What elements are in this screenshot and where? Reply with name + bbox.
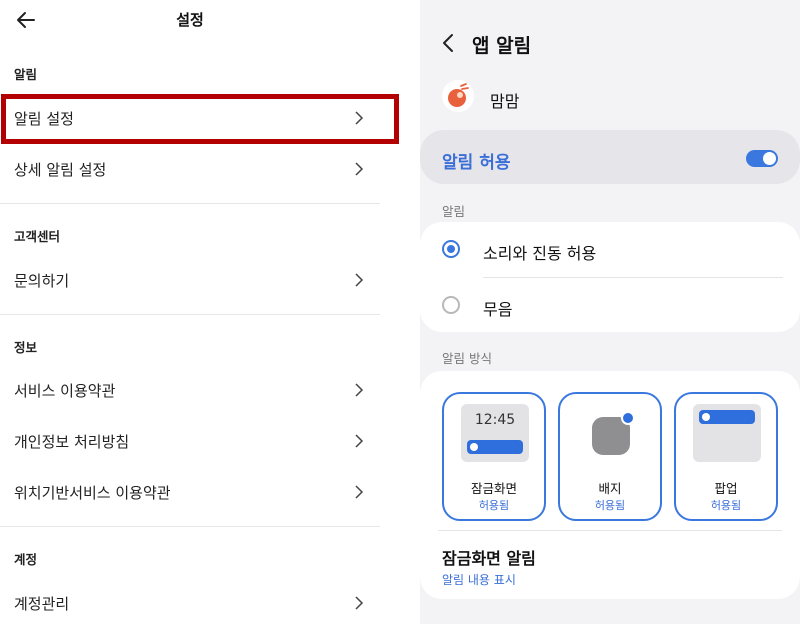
menu-item-terms-of-service[interactable]: 서비스 이용약관	[0, 366, 380, 414]
popup-preview-icon	[693, 404, 761, 462]
back-chevron-icon[interactable]	[440, 31, 456, 55]
menu-item-label: 위치기반서비스 이용약관	[14, 484, 171, 502]
tile-status: 허용됨	[478, 499, 510, 512]
style-tile-lock-screen[interactable]: 12:45 잠금화면 허용됨	[442, 392, 546, 521]
menu-item-inquiry[interactable]: 문의하기	[0, 256, 380, 304]
menu-item-label: 상세 알림 설정	[14, 161, 107, 179]
notification-style-card: 12:45 잠금화면 허용됨 배지 허용됨 팝업 허용됨 잠금화면 알림 알림 …	[420, 371, 800, 599]
app-notifications-panel: 앱 알림 맘맘 알림 허용 알림 소리와 진동 허용 무음 알림 방식 12:4…	[420, 0, 800, 624]
chevron-right-icon	[355, 434, 364, 448]
chevron-right-icon	[355, 383, 364, 397]
radio-option-silent[interactable]: 무음	[420, 278, 800, 332]
preview-notification-bar	[699, 410, 755, 424]
section-title-sound: 알림	[442, 204, 466, 219]
tile-status: 허용됨	[710, 499, 742, 512]
menu-item-label: 개인정보 처리방침	[14, 433, 130, 451]
page-title: 설정	[176, 11, 204, 29]
radio-option-label: 소리와 진동 허용	[483, 244, 597, 263]
radio-option-label: 무음	[483, 300, 513, 319]
tile-status: 허용됨	[594, 499, 626, 512]
section-title-style: 알림 방식	[442, 351, 492, 366]
section-title-account: 계정	[14, 552, 38, 567]
section-title-customer-center: 고객센터	[14, 229, 61, 244]
radio-selected-icon[interactable]	[442, 240, 460, 258]
radio-unselected-icon[interactable]	[442, 296, 460, 314]
allow-notifications-toggle[interactable]	[746, 150, 778, 167]
radio-option-sound-vibrate[interactable]: 소리와 진동 허용	[420, 222, 800, 276]
settings-header: 설정	[0, 0, 400, 42]
style-tile-popup[interactable]: 팝업 허용됨	[674, 392, 778, 521]
menu-item-detailed-notification-settings[interactable]: 상세 알림 설정	[0, 145, 380, 193]
app-logo-icon	[442, 80, 474, 112]
menu-item-account-management[interactable]: 계정관리	[0, 579, 380, 624]
preview-notification-bar	[467, 440, 523, 454]
badge-dot-icon	[621, 411, 635, 425]
menu-item-label: 계정관리	[14, 595, 70, 613]
lock-screen-preview-icon: 12:45	[461, 404, 529, 462]
divider	[0, 526, 380, 527]
chevron-right-icon	[355, 485, 364, 499]
tile-name: 잠금화면	[470, 481, 517, 496]
menu-item-location-terms[interactable]: 위치기반서비스 이용약관	[0, 468, 380, 516]
section-title-info: 정보	[14, 340, 38, 355]
lock-screen-notification-value[interactable]: 알림 내용 표시	[442, 571, 516, 588]
lock-screen-notification-title[interactable]: 잠금화면 알림	[442, 545, 536, 569]
app-name: 맘맘	[490, 92, 520, 111]
preview-time: 12:45	[474, 412, 516, 428]
divider	[438, 530, 782, 531]
allow-notifications-row[interactable]: 알림 허용	[420, 130, 800, 184]
chevron-right-icon	[355, 596, 364, 610]
style-tile-badge[interactable]: 배지 허용됨	[558, 392, 662, 521]
allow-notifications-label: 알림 허용	[442, 153, 511, 173]
highlight-box	[1, 94, 399, 144]
divider	[0, 203, 380, 204]
divider	[0, 314, 380, 315]
chevron-right-icon	[355, 162, 364, 176]
chevron-right-icon	[355, 273, 364, 287]
menu-item-privacy-policy[interactable]: 개인정보 처리방침	[0, 417, 380, 465]
tile-name: 배지	[598, 481, 622, 496]
settings-panel: 설정 알림 알림 설정 상세 알림 설정 고객센터 문의하기 정보 서비스 이용…	[0, 0, 400, 624]
section-title-notifications: 알림	[14, 67, 38, 82]
page-title: 앱 알림	[472, 35, 532, 57]
tile-name: 팝업	[714, 481, 738, 496]
menu-item-label: 문의하기	[14, 272, 70, 290]
menu-item-label: 서비스 이용약관	[14, 382, 116, 400]
sound-options-card: 소리와 진동 허용 무음	[420, 222, 800, 332]
